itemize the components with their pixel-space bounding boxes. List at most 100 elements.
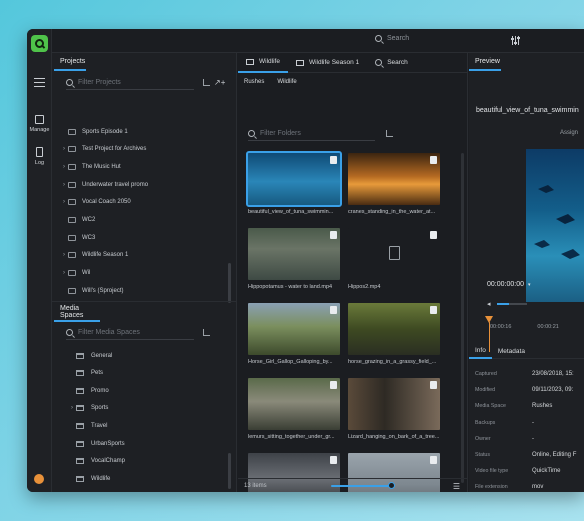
chevron-right-icon[interactable]: › <box>60 182 68 188</box>
media-item[interactable]: Hippos2.mp4 <box>348 228 440 290</box>
media-spaces-scrollbar[interactable] <box>228 453 231 489</box>
media-space-item[interactable]: › Sports <box>52 400 230 417</box>
media-thumbnail[interactable] <box>348 378 440 430</box>
media-item[interactable]: Hippopotamus - water to land.mp4 <box>248 228 340 290</box>
media-space-item[interactable]: ›Shoot-Planning <box>52 488 230 492</box>
project-item[interactable]: › The Music Hut <box>52 158 230 175</box>
slider-handle[interactable] <box>388 482 395 489</box>
project-item[interactable]: Sports Episode 1 <box>52 123 230 140</box>
volume-control[interactable]: ◂ <box>487 300 527 308</box>
media-space-item[interactable]: VocalChamp <box>52 453 230 470</box>
tab-wildlife-season-1[interactable]: Wildlife Season 1 <box>288 53 367 73</box>
assign-button[interactable]: Assign <box>560 130 578 136</box>
tab-search[interactable]: Search <box>367 53 416 73</box>
media-space-item[interactable]: Wildlife <box>52 470 230 487</box>
projects-scrollbar[interactable] <box>228 263 231 303</box>
media-thumbnail[interactable] <box>248 378 340 430</box>
search-icon <box>66 329 73 336</box>
media-thumbnail[interactable] <box>246 151 342 207</box>
browser-panel: Wildlife Wildlife Season 1 Search Rushes… <box>238 53 468 492</box>
media-item[interactable]: cranes_standing_in_the_water_at... <box>348 153 440 215</box>
preview-header: Preview <box>469 53 501 71</box>
media-item[interactable]: lemurs_sitting_together_under_gr... <box>248 378 340 440</box>
filter-folders-field[interactable]: Filter Folders <box>248 127 375 141</box>
project-item[interactable]: WC3 <box>52 229 230 246</box>
metadata-key: Backups <box>475 419 496 426</box>
chevron-right-icon[interactable]: › <box>60 146 68 152</box>
media-thumbnail[interactable] <box>248 228 340 280</box>
filter-projects-input[interactable]: Filter Projects <box>78 79 121 86</box>
preview-filename: beautiful_view_of_tuna_swimmin <box>476 107 579 114</box>
subtab-wildlife[interactable]: Wildlife <box>277 79 296 85</box>
metadata-row: Media Space Rushes <box>475 403 584 409</box>
project-item[interactable]: › Underwater travel promo <box>52 176 230 193</box>
menu-icon[interactable] <box>34 78 45 90</box>
media-space-item[interactable]: Promo <box>52 382 230 399</box>
project-item[interactable]: › Wil <box>52 265 230 282</box>
file-type-icon <box>430 156 437 164</box>
thumbnail-size-slider[interactable] <box>331 482 395 489</box>
filter-media-spaces-input[interactable]: Filter Media Spaces <box>78 329 140 336</box>
browser-subtabs: Rushes Wildlife <box>244 79 297 85</box>
info-tabs: Info Metadata <box>469 343 584 359</box>
media-item[interactable]: Lizard_hanging_on_bark_of_a_tree... <box>348 378 440 440</box>
project-item[interactable]: › Wildlife Season 1 <box>52 247 230 264</box>
filter-projects-field[interactable]: Filter Projects <box>66 76 194 90</box>
chevron-right-icon[interactable]: › <box>60 252 68 258</box>
list-view-icon[interactable]: ☰ <box>453 482 460 491</box>
subtab-rushes[interactable]: Rushes <box>244 79 264 85</box>
media-item[interactable]: Horse_Girl_Gallop_Galloping_by... <box>248 303 340 365</box>
chevron-right-icon[interactable]: › <box>60 164 68 170</box>
media-caption: lemurs_sitting_together_under_gr... <box>248 434 335 440</box>
search-input[interactable]: Search <box>387 35 409 42</box>
app-window: Manage Log Search Projects Filter Projec… <box>27 29 584 492</box>
project-item[interactable]: Will's (Sproject) <box>52 282 230 299</box>
filter-media-spaces-field[interactable]: Filter Media Spaces <box>66 326 194 340</box>
filter-sliders-icon[interactable] <box>511 36 520 45</box>
tab-info[interactable]: Info <box>469 343 492 359</box>
avatar[interactable] <box>34 474 44 484</box>
volume-slider[interactable] <box>496 303 527 305</box>
sort-icon[interactable] <box>203 79 210 86</box>
sort-icon[interactable] <box>203 329 210 336</box>
rail-item-manage[interactable]: Manage <box>27 115 52 133</box>
project-item[interactable]: WC2 <box>52 212 230 229</box>
global-search[interactable]: Search <box>375 35 409 42</box>
media-space-item[interactable]: UrbanSports <box>52 435 230 452</box>
media-thumbnail[interactable] <box>348 303 440 355</box>
chevron-right-icon[interactable]: › <box>68 405 76 411</box>
video-player[interactable] <box>526 149 584 302</box>
project-item[interactable]: › Vocal Coach 2050 <box>52 194 230 211</box>
chevron-right-icon[interactable]: › <box>60 199 68 205</box>
search-icon <box>375 35 382 42</box>
metadata-key: Captured <box>475 371 497 377</box>
logo-icon <box>35 39 44 48</box>
rail-item-log[interactable]: Log <box>27 147 52 166</box>
media-space-label: Promo <box>91 387 109 394</box>
tab-wildlife[interactable]: Wildlife <box>238 53 288 73</box>
add-project-icon[interactable]: ↗+ <box>214 78 225 87</box>
chevron-right-icon[interactable]: › <box>60 270 68 276</box>
app-logo[interactable] <box>31 35 48 52</box>
project-icon <box>68 146 76 153</box>
media-space-item[interactable]: General <box>52 347 230 364</box>
folder-icon <box>76 422 84 429</box>
sort-icon[interactable] <box>386 130 393 137</box>
media-space-item[interactable]: Pets <box>52 365 230 382</box>
folder-icon <box>76 370 84 377</box>
rail-item-label: Log <box>34 160 45 166</box>
media-thumbnail[interactable] <box>248 303 340 355</box>
media-thumbnail[interactable] <box>348 153 440 205</box>
filter-folders-input[interactable]: Filter Folders <box>260 130 301 137</box>
timecode-display[interactable]: 00:00:00:00 ▾ <box>487 281 531 288</box>
media-item[interactable]: beautiful_view_of_tuna_swimmin... <box>246 151 342 215</box>
media-item[interactable]: horse_grazing_in_a_grassy_field_... <box>348 303 440 365</box>
media-space-item[interactable]: Travel <box>52 417 230 434</box>
media-thumbnail[interactable] <box>348 228 440 280</box>
tab-metadata[interactable]: Metadata <box>492 343 531 359</box>
metadata-row: Owner - <box>475 436 584 442</box>
browser-scrollbar[interactable] <box>461 153 464 483</box>
search-icon <box>66 79 73 86</box>
project-item[interactable]: › Test Project for Archives <box>52 141 230 158</box>
metadata-row: Video file type QuickTime <box>475 468 584 474</box>
